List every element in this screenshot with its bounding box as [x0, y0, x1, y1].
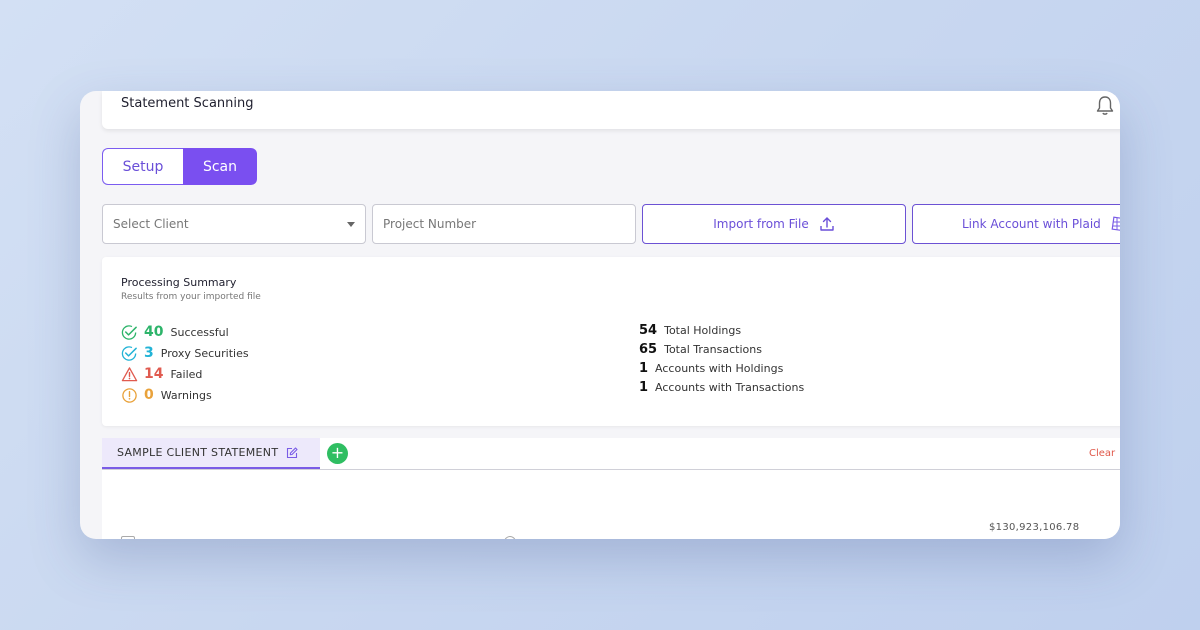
plaid-label: Link Account with Plaid — [962, 217, 1101, 231]
stat-proxy-securities: 3 Proxy Securities — [121, 344, 249, 362]
total-amount: $130,923,106.78 — [989, 522, 1080, 533]
stat-label: Accounts with Holdings — [655, 362, 784, 375]
stat-value: 3 — [144, 345, 154, 361]
stat-failed: 14 Failed — [121, 365, 202, 383]
top-bar: Statement Scanning — [102, 91, 1120, 129]
stat-value: 65 — [639, 342, 658, 357]
project-number-placeholder: Project Number — [383, 217, 477, 231]
stat-value: 40 — [144, 324, 164, 340]
edit-icon[interactable] — [286, 446, 298, 459]
stat-value: 1 — [639, 380, 649, 395]
processing-summary-card: Processing Summary Results from your imp… — [102, 257, 1120, 426]
warning-triangle-icon — [121, 366, 138, 381]
link-plaid-button[interactable]: Link Account with Plaid — [912, 204, 1120, 244]
stat-value: 1 — [639, 361, 649, 376]
stat-warnings: 0 Warnings — [121, 386, 212, 404]
plaid-logo-icon — [1111, 216, 1120, 232]
stat-total-holdings: 54 Total Holdings — [639, 323, 741, 341]
tab-label: SAMPLE CLIENT STATEMENT — [117, 446, 279, 459]
stat-label: Accounts with Transactions — [655, 381, 805, 394]
info-circle-icon[interactable] — [504, 536, 516, 539]
project-number-input[interactable]: Project Number — [372, 204, 636, 244]
statement-tabs: SAMPLE CLIENT STATEMENT + Clear — [102, 438, 1120, 470]
stat-label: Total Transactions — [664, 343, 762, 356]
stat-label: Warnings — [160, 388, 212, 402]
check-circle-icon — [121, 345, 137, 361]
app-window: Statement Scanning Setup Scan Select Cli… — [80, 91, 1120, 539]
client-select[interactable]: Select Client — [102, 204, 366, 244]
setup-tab-button[interactable]: Setup — [102, 148, 183, 185]
stat-value: 54 — [639, 323, 658, 338]
upload-icon — [820, 217, 834, 231]
stat-label: Proxy Securities — [160, 346, 249, 360]
stat-label: Total Holdings — [664, 324, 742, 337]
check-circle-icon — [121, 324, 137, 340]
stat-accounts-transactions: 1 Accounts with Transactions — [639, 380, 804, 398]
stat-total-transactions: 65 Total Transactions — [639, 342, 762, 360]
bell-icon[interactable] — [1095, 95, 1115, 117]
stat-value: 0 — [144, 387, 154, 403]
scan-tab-button[interactable]: Scan — [183, 148, 257, 185]
info-circle-icon — [122, 387, 137, 403]
import-from-file-button[interactable]: Import from File — [642, 204, 906, 244]
statement-content: $130,923,106.78 — [102, 470, 1120, 539]
stat-label: Successful — [170, 325, 229, 339]
summary-subtitle: Results from your imported file — [121, 292, 261, 302]
summary-title: Processing Summary — [121, 276, 237, 289]
client-select-value: Select Client — [113, 217, 189, 231]
page-title: Statement Scanning — [121, 96, 254, 111]
row-checkbox[interactable] — [121, 536, 135, 539]
caret-down-icon — [347, 222, 355, 227]
mode-toggle: Setup Scan — [102, 148, 257, 185]
stat-label: Failed — [170, 367, 203, 381]
stat-successful: 40 Successful — [121, 323, 229, 341]
stat-value: 14 — [144, 366, 164, 382]
add-tab-button[interactable]: + — [327, 443, 348, 464]
clear-button[interactable]: Clear — [1089, 448, 1115, 459]
stat-accounts-holdings: 1 Accounts with Holdings — [639, 361, 783, 379]
tab-sample-client-statement[interactable]: SAMPLE CLIENT STATEMENT — [102, 438, 320, 469]
import-label: Import from File — [713, 217, 809, 231]
